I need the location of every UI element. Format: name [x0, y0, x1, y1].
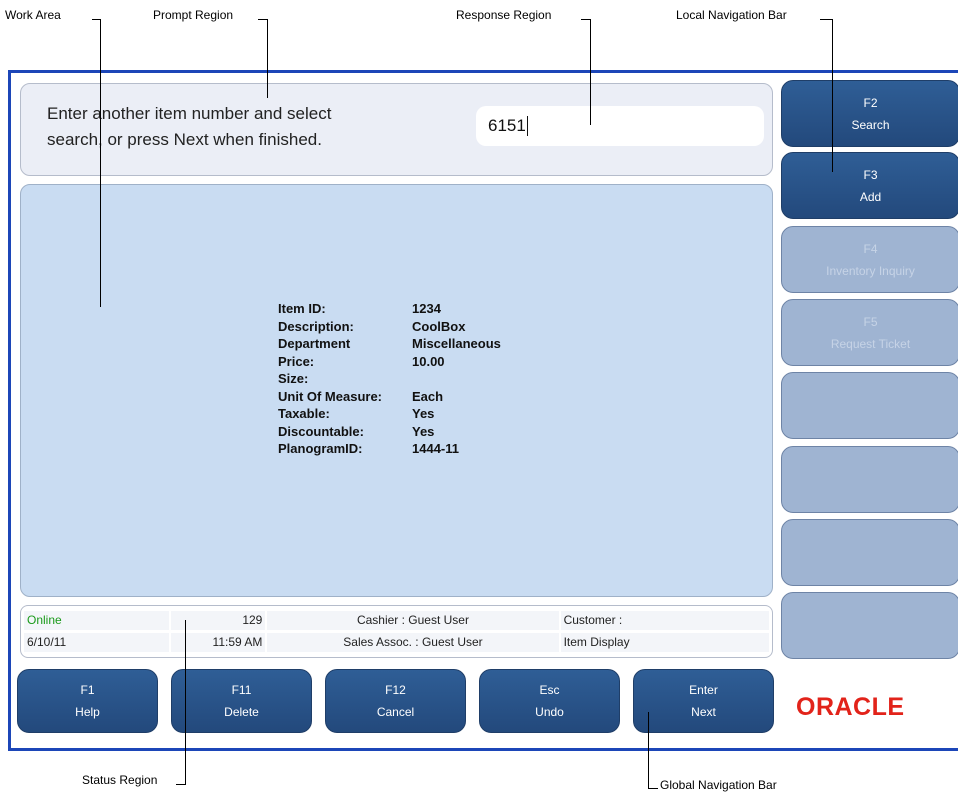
sales-assoc-status: Sales Assoc. : Guest User — [267, 633, 559, 652]
request-ticket-button[interactable]: F5 Request Ticket — [781, 299, 958, 366]
cancel-button[interactable]: F12 Cancel — [325, 669, 466, 733]
detail-row-discountable: Discountable: Yes — [278, 424, 501, 442]
detail-value: Each — [412, 388, 444, 404]
button-key: Enter — [689, 683, 718, 697]
text-caret — [526, 116, 528, 136]
detail-row-planogram-id: PlanogramID: 1444-11 — [278, 441, 501, 459]
button-label: Next — [691, 705, 716, 719]
detail-row-item-id: Item ID: 1234 — [278, 301, 501, 319]
delete-button[interactable]: F11 Delete — [171, 669, 312, 733]
detail-value: Miscellaneous — [412, 336, 501, 351]
leader-line — [267, 19, 268, 98]
detail-row-description: Description: CoolBox — [278, 319, 501, 337]
detail-row-department: Department Miscellaneous — [278, 336, 501, 354]
status-row: Online 129 Cashier : Guest User Customer… — [24, 611, 769, 630]
detail-row-unit-of-measure: Unit Of Measure: Each — [278, 389, 501, 407]
button-label: Undo — [535, 705, 564, 719]
button-key: Esc — [539, 683, 560, 697]
detail-label: Item ID: — [278, 301, 326, 316]
detail-value: 1234 — [412, 301, 441, 316]
button-key: F2 — [863, 95, 878, 110]
button-key: F5 — [863, 314, 878, 329]
help-button[interactable]: F1 Help — [17, 669, 158, 733]
callout-prompt-region: Prompt Region — [153, 8, 234, 22]
detail-label: Taxable: — [278, 406, 330, 421]
local-nav-empty-button — [781, 446, 958, 513]
detail-value: Yes — [412, 423, 435, 439]
response-input[interactable]: 6151 — [476, 106, 764, 146]
callout-status-region: Status Region — [82, 773, 158, 787]
leader-line — [648, 788, 658, 789]
detail-label: Unit Of Measure: — [278, 388, 383, 404]
button-label: Delete — [224, 705, 259, 719]
detail-label: Discountable: — [278, 423, 364, 439]
customer-status: Customer : — [560, 611, 769, 630]
leader-line — [590, 19, 591, 125]
button-label: Add — [859, 189, 882, 204]
add-button[interactable]: F3 Add — [781, 152, 958, 219]
callout-global-navigation-bar: Global Navigation Bar — [660, 778, 777, 792]
leader-line — [648, 712, 649, 789]
detail-label: Description: — [278, 318, 354, 334]
detail-label: Size: — [278, 371, 309, 386]
leader-line — [100, 19, 101, 307]
undo-button[interactable]: Esc Undo — [479, 669, 620, 733]
cashier-status: Cashier : Guest User — [267, 611, 559, 630]
oracle-logo: ORACLE — [796, 693, 905, 721]
status-region: Online 129 Cashier : Guest User Customer… — [20, 605, 773, 658]
detail-label: PlanogramID: — [278, 441, 363, 456]
leader-line — [185, 620, 186, 785]
response-value: 6151 — [488, 116, 526, 135]
prompt-text: Enter another item number and select sea… — [47, 101, 467, 153]
local-nav-empty-button — [781, 519, 958, 586]
item-details: Item ID: 1234 Description: CoolBox Departm… — [278, 301, 501, 459]
detail-value: Yes — [412, 406, 435, 421]
detail-row-size: Size: — [278, 371, 501, 389]
button-key: F3 — [863, 167, 878, 182]
detail-label: Price: — [278, 353, 315, 369]
detail-label: Department — [278, 336, 351, 351]
button-label: Inventory Inquiry — [826, 263, 915, 278]
detail-value: 10.00 — [412, 353, 445, 369]
prompt-line-1: Enter another item number and select — [47, 104, 332, 123]
leader-line — [176, 784, 186, 785]
callout-local-navigation-bar: Local Navigation Bar — [676, 8, 787, 22]
leader-line — [832, 19, 833, 172]
button-label: Request Ticket — [830, 336, 911, 351]
button-key: F12 — [385, 683, 406, 697]
status-date: 6/10/11 — [24, 633, 169, 652]
detail-value: 1444-11 — [412, 441, 459, 456]
callout-response-region: Response Region — [456, 8, 552, 22]
button-label: Search — [851, 117, 890, 132]
local-nav-empty-button — [781, 592, 958, 659]
button-key: F4 — [863, 241, 878, 256]
detail-row-price: Price: 10.00 — [278, 354, 501, 372]
prompt-region: Enter another item number and select sea… — [20, 83, 773, 176]
callout-work-area: Work Area — [5, 8, 61, 22]
connection-status: Online — [24, 611, 169, 630]
button-label: Help — [75, 705, 100, 719]
local-nav-empty-button — [781, 372, 958, 439]
screen-name: Item Display — [560, 633, 769, 652]
detail-value: CoolBox — [412, 318, 466, 334]
next-button[interactable]: Enter Next — [633, 669, 774, 733]
work-area: Item ID: 1234 Description: CoolBox Departm… — [20, 184, 773, 597]
button-key: F11 — [231, 683, 252, 697]
prompt-line-2: search, or press Next when finished. — [47, 130, 322, 149]
detail-row-taxable: Taxable: Yes — [278, 406, 501, 424]
inventory-inquiry-button[interactable]: F4 Inventory Inquiry — [781, 226, 958, 293]
search-button[interactable]: F2 Search — [781, 80, 958, 147]
button-key: F1 — [80, 683, 95, 697]
status-row: 6/10/11 11:59 AM Sales Assoc. : Guest Us… — [24, 633, 769, 652]
button-label: Cancel — [376, 705, 415, 719]
